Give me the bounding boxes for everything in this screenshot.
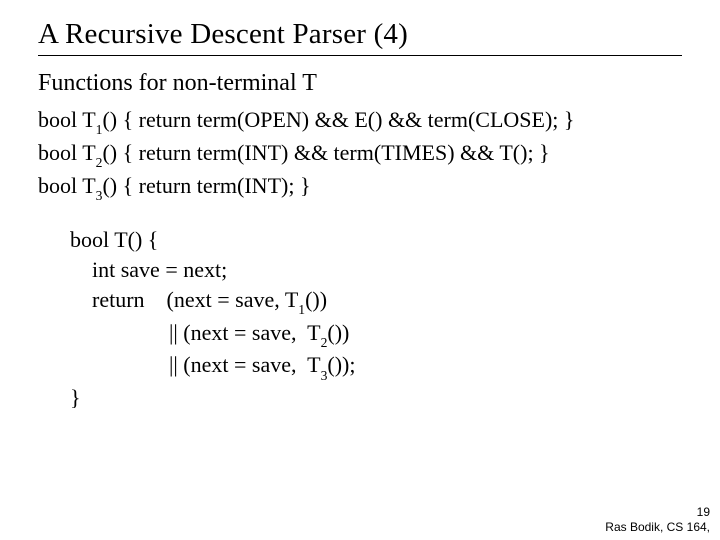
slide-subtitle: Functions for non-terminal T bbox=[38, 70, 682, 97]
body-l5a: || (next = save, T bbox=[70, 352, 321, 377]
code-line-t3: bool T3() { return term(INT); } bbox=[38, 171, 682, 204]
t3-sub: 3 bbox=[96, 188, 103, 203]
t1-sub: 1 bbox=[96, 122, 103, 137]
attribution: Ras Bodik, CS 164, bbox=[605, 520, 710, 534]
t3-rest: () { return term(INT); } bbox=[102, 173, 310, 198]
code-line-t1: bool T1() { return term(OPEN) && E() && … bbox=[38, 105, 682, 138]
page-number: 19 bbox=[605, 505, 710, 519]
body-l4s: 2 bbox=[321, 335, 328, 350]
body-l3: return (next = save, T1()) bbox=[70, 285, 682, 318]
body-l3s: 1 bbox=[298, 302, 305, 317]
t2-rest: () { return term(INT) && term(TIMES) && … bbox=[102, 140, 549, 165]
body-l3a: return (next = save, T bbox=[70, 287, 298, 312]
t1-prefix: bool T bbox=[38, 107, 96, 132]
body-l5s: 3 bbox=[321, 368, 328, 383]
body-l4: || (next = save, T2()) bbox=[70, 318, 682, 351]
body-l3b: ()) bbox=[305, 287, 327, 312]
t3-prefix: bool T bbox=[38, 173, 96, 198]
t2-sub: 2 bbox=[96, 155, 103, 170]
body-l6: } bbox=[70, 383, 682, 413]
body-l4a: || (next = save, T bbox=[70, 320, 321, 345]
slide: A Recursive Descent Parser (4) Functions… bbox=[0, 0, 720, 540]
code-body: bool T() { int save = next; return (next… bbox=[70, 225, 682, 412]
body-l5: || (next = save, T3()); bbox=[70, 350, 682, 383]
code-definitions: bool T1() { return term(OPEN) && E() && … bbox=[38, 105, 682, 203]
t2-prefix: bool T bbox=[38, 140, 96, 165]
slide-footer: 19 Ras Bodik, CS 164, bbox=[605, 505, 710, 534]
slide-title: A Recursive Descent Parser (4) bbox=[38, 18, 682, 51]
body-l2: int save = next; bbox=[70, 255, 682, 285]
body-l4b: ()) bbox=[327, 320, 349, 345]
body-l1: bool T() { bbox=[70, 225, 682, 255]
title-rule bbox=[38, 55, 682, 56]
body-l5b: ()); bbox=[327, 352, 355, 377]
code-line-t2: bool T2() { return term(INT) && term(TIM… bbox=[38, 138, 682, 171]
t1-rest: () { return term(OPEN) && E() && term(CL… bbox=[102, 107, 574, 132]
